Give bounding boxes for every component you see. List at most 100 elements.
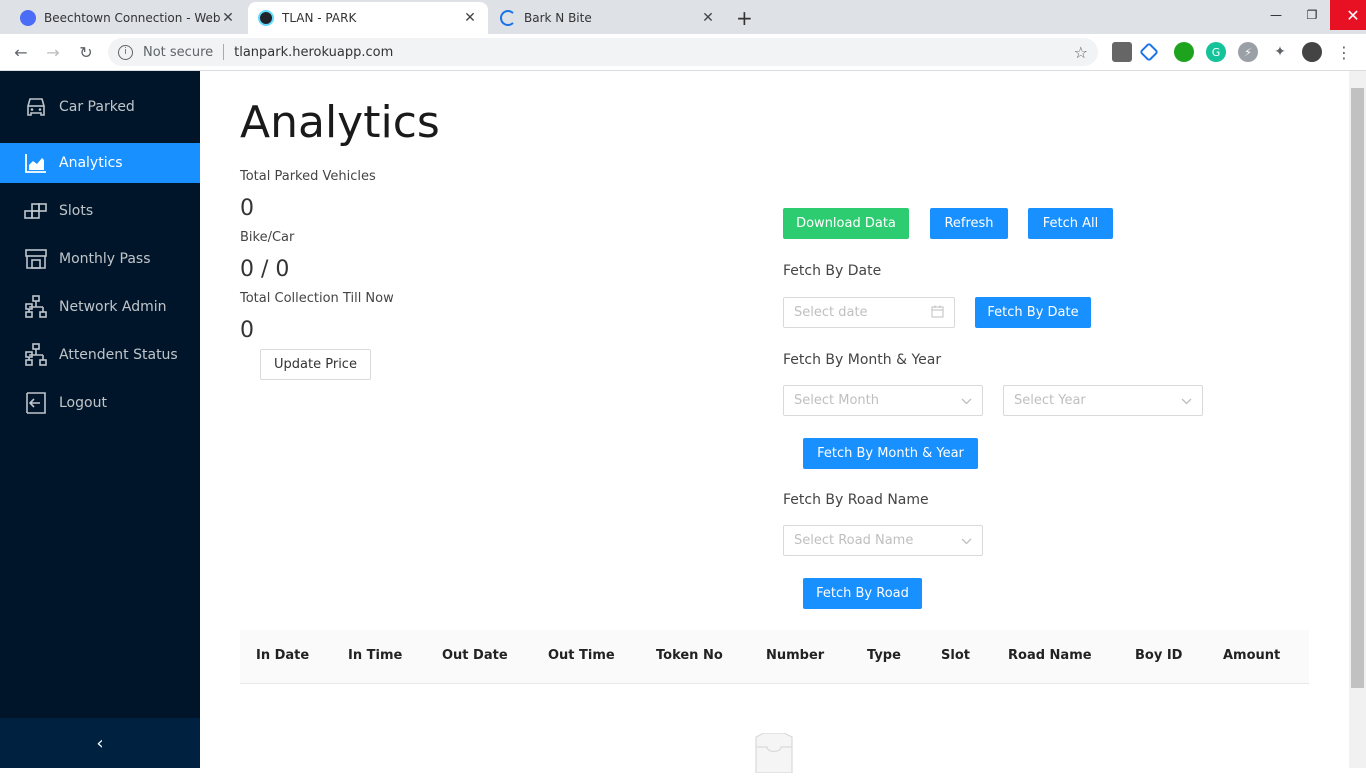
sidebar-item-attendent-status[interactable]: Attendent Status: [0, 335, 200, 375]
close-tab-icon[interactable]: ✕: [220, 10, 236, 26]
page-title: Analytics: [240, 97, 440, 148]
area-chart-icon: [24, 151, 48, 175]
grammarly-icon[interactable]: G: [1206, 42, 1226, 62]
page-scrollbar[interactable]: [1349, 71, 1366, 768]
year-placeholder: Select Year: [1014, 393, 1086, 408]
sidebar-item-slots[interactable]: Slots: [0, 191, 200, 231]
back-icon[interactable]: ←: [10, 41, 32, 63]
bike-car-label: Bike/Car: [240, 230, 295, 245]
forward-icon[interactable]: →: [42, 41, 64, 63]
info-icon[interactable]: i: [118, 44, 133, 60]
sidebar-item-logout[interactable]: Logout: [0, 383, 200, 423]
column-header[interactable]: In Date: [256, 648, 309, 663]
close-tab-icon[interactable]: ✕: [462, 10, 478, 26]
fetch-by-road-button[interactable]: Fetch By Road: [803, 578, 922, 609]
column-header[interactable]: Type: [867, 648, 901, 663]
extension-icon[interactable]: [1139, 42, 1159, 62]
browser-tab-active[interactable]: TLAN - PARK ✕: [248, 2, 488, 34]
total-collection-value: 0: [240, 318, 254, 343]
calendar-icon: [931, 305, 944, 321]
fetch-by-date-label: Fetch By Date: [783, 263, 882, 279]
fetch-all-button[interactable]: Fetch All: [1028, 208, 1113, 239]
bookmark-star-icon[interactable]: ☆: [1074, 43, 1088, 62]
fetch-by-road-label: Fetch By Road Name: [783, 492, 929, 508]
date-picker[interactable]: Select date: [783, 297, 955, 328]
fetch-by-month-year-label: Fetch By Month & Year: [783, 352, 942, 368]
restore-icon[interactable]: ❐: [1294, 0, 1330, 30]
date-placeholder: Select date: [794, 305, 868, 320]
total-parked-label: Total Parked Vehicles: [240, 169, 376, 184]
slots-icon: [24, 199, 48, 223]
menu-dots-icon[interactable]: ⋮: [1334, 42, 1354, 62]
chevron-left-icon: ‹: [96, 732, 104, 754]
month-placeholder: Select Month: [794, 393, 879, 408]
sidebar-item-label: Slots: [59, 203, 94, 219]
column-header[interactable]: Number: [766, 648, 824, 663]
car-icon: [24, 95, 48, 119]
security-label: Not secure: [143, 44, 214, 60]
chevron-down-icon: [961, 534, 972, 548]
total-collection-label: Total Collection Till Now: [240, 291, 394, 306]
window-close-icon[interactable]: ✕: [1330, 0, 1366, 30]
sidebar-item-analytics[interactable]: Analytics: [0, 143, 200, 183]
sidebar: Car Parked Analytics Slots Monthly Pass …: [0, 71, 200, 768]
year-select[interactable]: Select Year: [1003, 385, 1203, 416]
column-header[interactable]: In Time: [348, 648, 402, 663]
table-header: In Date In Time Out Date Out Time Token …: [240, 630, 1309, 684]
chevron-down-icon: [1181, 394, 1192, 408]
puzzle-icon[interactable]: ✦: [1270, 42, 1290, 62]
refresh-button[interactable]: Refresh: [930, 208, 1008, 239]
scrollbar-thumb[interactable]: [1351, 88, 1364, 688]
fetch-by-date-button[interactable]: Fetch By Date: [975, 297, 1091, 328]
sidebar-item-car-parked[interactable]: Car Parked: [0, 87, 200, 127]
minimize-icon[interactable]: —: [1258, 0, 1294, 30]
sidebar-item-label: Attendent Status: [59, 347, 178, 363]
browser-toolbar: ← → ↻ i Not secure tlanpark.herokuapp.co…: [0, 34, 1366, 71]
fetch-by-month-year-button[interactable]: Fetch By Month & Year: [803, 438, 978, 469]
shop-icon: [24, 247, 48, 271]
browser-tab[interactable]: Bark N Bite ✕: [490, 2, 726, 34]
sidebar-item-label: Logout: [59, 395, 107, 411]
divider: [223, 44, 225, 60]
react-favicon-icon: [258, 10, 274, 26]
collapse-sidebar-button[interactable]: ‹: [0, 718, 200, 768]
sidebar-item-label: Network Admin: [59, 299, 167, 315]
browser-tabbar: Beechtown Connection - Website ✕ TLAN - …: [0, 0, 1366, 34]
column-header[interactable]: Amount: [1223, 648, 1280, 663]
browser-tab[interactable]: Beechtown Connection - Website ✕: [10, 2, 246, 34]
new-tab-icon[interactable]: +: [736, 6, 753, 30]
cluster-icon: [24, 295, 48, 319]
chevron-down-icon: [961, 394, 972, 408]
url-text[interactable]: tlanpark.herokuapp.com: [234, 45, 393, 60]
column-header[interactable]: Token No: [656, 648, 723, 663]
extension-icon[interactable]: ⚡: [1238, 42, 1258, 62]
window-controls: — ❐ ✕: [1258, 0, 1366, 30]
sidebar-item-monthly-pass[interactable]: Monthly Pass: [0, 239, 200, 279]
bike-car-value: 0 / 0: [240, 257, 290, 282]
extension-icon[interactable]: [1112, 42, 1132, 62]
column-header[interactable]: Out Date: [442, 648, 508, 663]
tab-title: Beechtown Connection - Website: [44, 11, 220, 25]
app: Car Parked Analytics Slots Monthly Pass …: [0, 71, 1366, 774]
column-header[interactable]: Slot: [941, 648, 970, 663]
loading-favicon-icon: [500, 10, 516, 26]
site-favicon-icon: [20, 10, 36, 26]
column-header[interactable]: Out Time: [548, 648, 615, 663]
tab-title: Bark N Bite: [524, 11, 592, 25]
profile-avatar[interactable]: [1302, 42, 1322, 62]
month-select[interactable]: Select Month: [783, 385, 983, 416]
update-price-button[interactable]: Update Price: [260, 349, 371, 380]
road-name-placeholder: Select Road Name: [794, 533, 914, 548]
reload-icon[interactable]: ↻: [75, 41, 97, 63]
main-content: Analytics Total Parked Vehicles 0 Bike/C…: [216, 71, 1334, 774]
column-header[interactable]: Boy ID: [1135, 648, 1182, 663]
sidebar-item-network-admin[interactable]: Network Admin: [0, 287, 200, 327]
empty-inbox-icon: [750, 732, 798, 774]
column-header[interactable]: Road Name: [1008, 648, 1092, 663]
close-tab-icon[interactable]: ✕: [700, 10, 716, 26]
road-name-select[interactable]: Select Road Name: [783, 525, 983, 556]
address-bar[interactable]: i Not secure tlanpark.herokuapp.com ☆: [108, 38, 1098, 66]
extension-icon[interactable]: [1174, 42, 1194, 62]
cluster-icon: [24, 343, 48, 367]
download-data-button[interactable]: Download Data: [783, 208, 909, 239]
